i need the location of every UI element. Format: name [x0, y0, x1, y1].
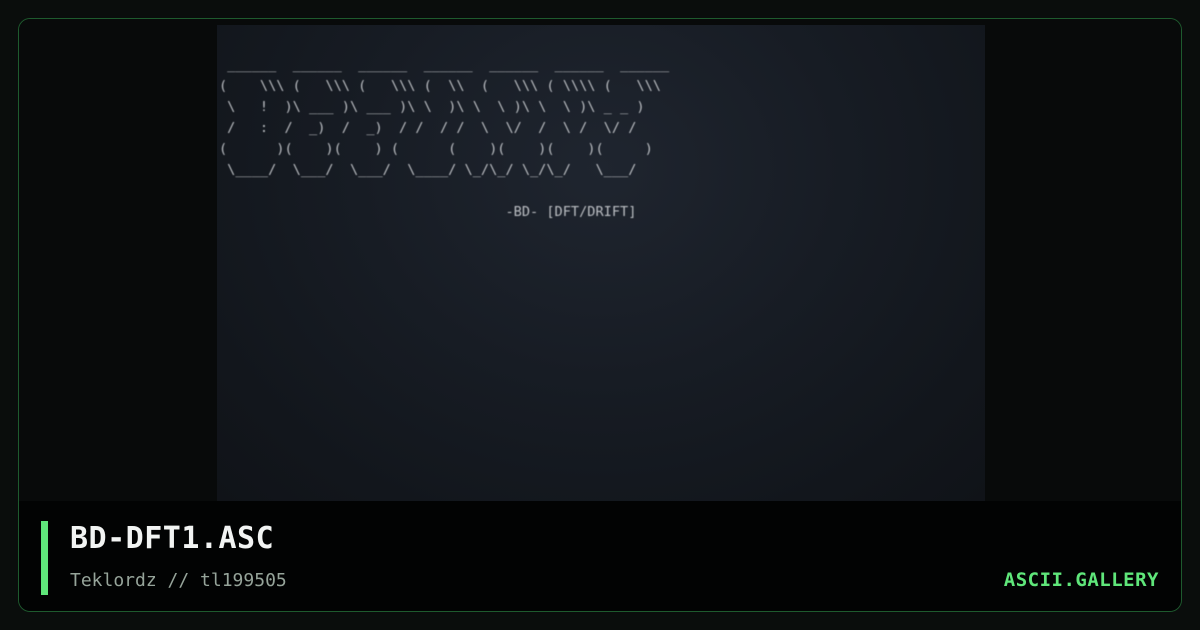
file-title: BD-DFT1.ASC — [70, 521, 275, 556]
preview-area: ______ ______ ______ ______ ______ _____… — [19, 19, 1181, 501]
ascii-art-text: ______ ______ ______ ______ ______ _____… — [219, 57, 670, 220]
file-meta: Teklordz // tl199505 — [70, 570, 287, 591]
artwork-preview[interactable]: ______ ______ ______ ______ ______ _____… — [217, 25, 985, 501]
brand-link[interactable]: ASCII.GALLERY — [1004, 569, 1159, 591]
info-bar: BD-DFT1.ASC Teklordz // tl199505 ASCII.G… — [19, 501, 1181, 611]
accent-bar — [41, 521, 48, 595]
card-frame: ______ ______ ______ ______ ______ _____… — [18, 18, 1182, 612]
